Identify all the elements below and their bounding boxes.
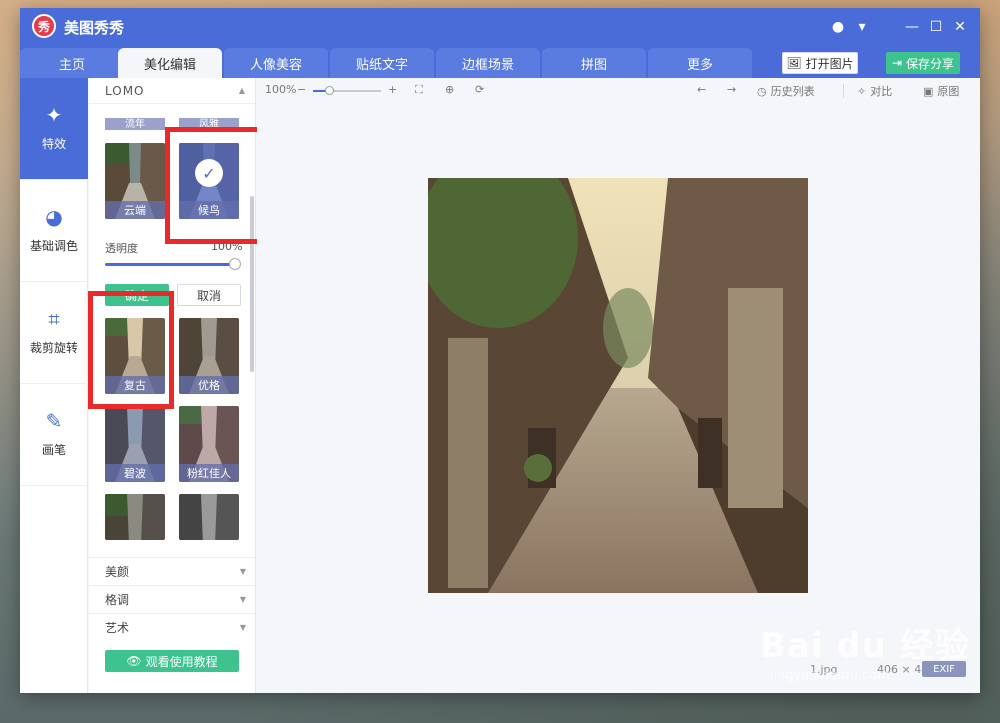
baidu-watermark: Bai du 经验 — [760, 626, 970, 666]
nav-item-label: 基础调色 — [29, 239, 78, 253]
highlight-box-houniao — [165, 127, 268, 244]
close-icon[interactable]: ✕ — [950, 17, 970, 37]
section-style[interactable]: 格调 ▼ — [89, 585, 255, 613]
brush-icon: ✎ — [45, 409, 63, 433]
tab-frames-scenes[interactable]: 边框场景 — [436, 48, 540, 78]
zoom-level: 100% — [265, 83, 297, 96]
maximize-icon[interactable]: ☐ — [926, 17, 946, 37]
section-label: 格调 — [105, 593, 130, 607]
category-title: LOMO — [105, 83, 145, 98]
section-label: 艺术 — [105, 621, 130, 635]
open-image-button[interactable]: 🖼 打开图片 — [782, 52, 858, 74]
toolbar-divider — [843, 84, 844, 98]
save-share-button[interactable]: ⇥ 保存分享 — [886, 52, 960, 74]
main-tab-bar: 主页 美化编辑 人像美容 贴纸文字 边框场景 拼图 更多 🖼 打开图片 ⇥ 保存… — [20, 46, 980, 78]
compare-label: 对比 — [870, 85, 893, 98]
nav-item-effects[interactable]: ✦ 特效 — [20, 78, 88, 180]
effect-thumb[interactable] — [179, 494, 239, 540]
nav-item-label: 特效 — [41, 137, 66, 151]
nav-item-brush[interactable]: ✎ 画笔 — [20, 384, 88, 486]
baidu-watermark-url: jingyan.baidu.com — [770, 668, 890, 683]
nav-item-crop-rotate[interactable]: ⌗ 裁剪旋转 — [20, 282, 88, 384]
effect-thumb-yunduan[interactable]: 云端 — [105, 143, 165, 219]
zoom-slider-handle[interactable] — [325, 86, 334, 95]
left-nav: ✦ 特效 ◕ 基础调色 ⌗ 裁剪旋转 ✎ 画笔 — [20, 78, 88, 693]
fit-crop-icon[interactable]: ⛶ — [415, 83, 423, 97]
magnifier-icon[interactable]: ⊕ — [445, 83, 454, 96]
open-image-label: 打开图片 — [805, 56, 854, 71]
effect-thumb-pink-beauty[interactable]: 粉红佳人 — [179, 406, 239, 482]
original-label: 原图 — [937, 85, 960, 98]
palette-icon: ◕ — [45, 205, 63, 229]
undo-icon[interactable]: ← — [697, 83, 706, 96]
title-bar: 秀 美图秀秀 ● ▾ — ☐ ✕ — [20, 8, 980, 46]
zoom-out-button[interactable]: − — [297, 83, 306, 96]
opacity-slider-track[interactable] — [105, 263, 235, 266]
chevron-down-icon: ▼ — [239, 623, 246, 632]
app-title: 美图秀秀 — [64, 19, 125, 37]
history-label: 历史列表 — [770, 85, 815, 98]
app-logo: 秀 — [32, 14, 56, 38]
chevron-up-icon: ▲ — [238, 86, 246, 95]
thumbnail-image — [105, 494, 165, 540]
app-window: 秀 美图秀秀 ● ▾ — ☐ ✕ 主页 美化编辑 人像美容 贴纸文字 边框场景 … — [20, 8, 980, 693]
clock-icon: ◷ — [757, 84, 767, 98]
chat-icon[interactable]: ● — [828, 17, 848, 37]
export-icon: ⇥ — [891, 56, 903, 70]
image-canvas[interactable]: 1.jpg 406 × 443 EXIF — [257, 104, 980, 693]
zoom-in-button[interactable]: + — [388, 83, 397, 96]
category-header-lomo[interactable]: LOMO ▲ — [89, 78, 255, 104]
effect-label: 云端 — [105, 201, 165, 219]
edited-photo — [428, 178, 808, 593]
effect-label: 粉红佳人 — [179, 464, 239, 482]
redo-icon[interactable]: → — [727, 83, 736, 96]
eye-icon: 👁 — [126, 654, 142, 668]
tab-beautify-edit[interactable]: 美化编辑 — [118, 48, 222, 78]
section-art[interactable]: 艺术 ▼ — [89, 613, 255, 641]
sparkle-icon: ✧ — [857, 84, 867, 98]
tab-more[interactable]: 更多 — [648, 48, 752, 78]
minimize-icon[interactable]: — — [902, 17, 922, 37]
effect-thumb-youge[interactable]: 优格 — [179, 318, 239, 394]
nav-item-label: 画笔 — [41, 443, 66, 457]
effect-label: 碧波 — [105, 464, 165, 482]
history-list-button[interactable]: ◷ 历史列表 — [757, 83, 815, 99]
effect-thumb-partial[interactable]: 流年 — [105, 118, 165, 130]
tab-collage[interactable]: 拼图 — [542, 48, 646, 78]
chevron-down-icon: ▼ — [239, 567, 246, 576]
menu-dropdown-icon[interactable]: ▾ — [852, 17, 872, 37]
section-label: 美颜 — [105, 565, 130, 579]
tab-portrait[interactable]: 人像美容 — [224, 48, 328, 78]
save-share-label: 保存分享 — [906, 56, 955, 71]
effect-label: 优格 — [179, 376, 239, 394]
compare-button[interactable]: ✧ 对比 — [857, 83, 892, 99]
nav-item-label: 裁剪旋转 — [29, 341, 78, 355]
tab-stickers-text[interactable]: 贴纸文字 — [330, 48, 434, 78]
reset-icon[interactable]: ⟳ — [475, 83, 484, 96]
effect-thumb[interactable] — [105, 494, 165, 540]
original-image-button[interactable]: ▣ 原图 — [923, 83, 959, 99]
nav-item-color-adjust[interactable]: ◕ 基础调色 — [20, 180, 88, 282]
highlight-box-fugu — [88, 291, 174, 409]
effect-thumb-bibo[interactable]: 碧波 — [105, 406, 165, 482]
chevron-down-icon: ▼ — [239, 595, 246, 604]
opacity-slider-handle[interactable] — [229, 258, 241, 270]
tab-home[interactable]: 主页 — [20, 48, 124, 78]
watch-tutorial-button[interactable]: 👁 观看使用教程 — [105, 650, 239, 672]
section-beauty[interactable]: 美颜 ▼ — [89, 557, 255, 585]
magic-wand-icon: ✦ — [45, 103, 63, 127]
image-toolbar: 100% − + ⛶ ⊕ ⟳ ← → ◷ 历史列表 ✧ 对比 ▣ 原图 — [257, 78, 980, 104]
opacity-label: 透明度 — [105, 242, 138, 255]
thumbnail-image — [179, 494, 239, 540]
tutorial-label: 观看使用教程 — [145, 654, 218, 669]
crop-icon: ⌗ — [48, 307, 60, 331]
image-icon: 🖼 — [786, 56, 802, 70]
cancel-button[interactable]: 取消 — [177, 284, 241, 306]
picture-icon: ▣ — [923, 84, 934, 98]
